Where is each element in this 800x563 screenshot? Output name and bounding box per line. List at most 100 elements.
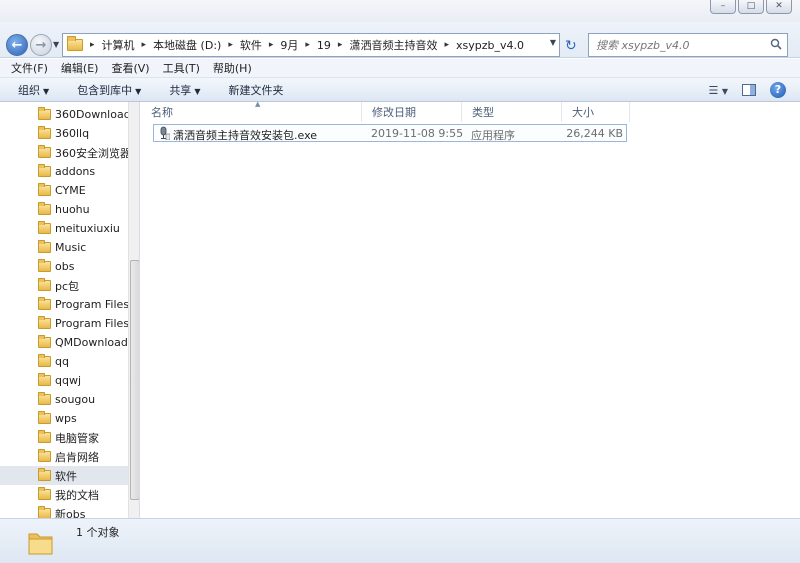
menu-bar: 文件(F) 编辑(E) 查看(V) 工具(T) 帮助(H): [0, 59, 800, 78]
refresh-icon: ↻: [565, 38, 577, 54]
search-box[interactable]: [588, 33, 788, 57]
folder-icon: [38, 183, 51, 196]
minimize-button[interactable]: –: [710, 0, 736, 14]
tree-item[interactable]: meituxiuxiu: [0, 219, 128, 238]
folder-icon: [38, 164, 51, 177]
back-button[interactable]: ←: [6, 34, 28, 56]
breadcrumb-separator[interactable]: ▸: [142, 40, 147, 50]
tree-item[interactable]: Program Files: [0, 314, 128, 333]
tree-item[interactable]: Music: [0, 238, 128, 257]
folder-icon: [38, 278, 51, 291]
tree-item[interactable]: Program Files: [0, 295, 128, 314]
tree-item[interactable]: qqwj: [0, 371, 128, 390]
tree-item[interactable]: 360llq: [0, 124, 128, 143]
tree-item-label: Program Files: [55, 298, 128, 311]
tree-item[interactable]: pc包: [0, 276, 128, 295]
tree-item[interactable]: huohu: [0, 200, 128, 219]
file-modified-date: 2019-11-08 9:55: [371, 127, 464, 140]
tree-item-label: 电脑管家: [55, 431, 99, 445]
preview-pane-icon[interactable]: [742, 84, 756, 96]
address-history-dropdown[interactable]: ▼: [550, 38, 556, 47]
help-icon[interactable]: ?: [770, 82, 786, 98]
tree-item[interactable]: 软件: [0, 466, 128, 485]
breadcrumb-19[interactable]: 19: [317, 39, 331, 52]
breadcrumb-drive-d[interactable]: 本地磁盘 (D:): [153, 37, 221, 53]
arrow-right-icon: →: [35, 37, 47, 53]
menu-file[interactable]: 文件(F): [11, 60, 48, 76]
breadcrumb-separator[interactable]: ▸: [269, 40, 274, 50]
close-button[interactable]: ✕: [766, 0, 792, 14]
column-header-size[interactable]: 大小: [562, 102, 630, 122]
tree-item[interactable]: addons: [0, 162, 128, 181]
tree-item[interactable]: 我的文档: [0, 485, 128, 504]
navigation-pane: 360Downloads 360llq 360安全浏览器 addons CYME huoh…: [0, 102, 140, 518]
status-bar: 1 个对象: [0, 518, 800, 563]
tree-item-label: meituxiuxiu: [55, 222, 120, 235]
column-header-modified[interactable]: 修改日期: [362, 102, 462, 122]
column-header-size-label: 大小: [572, 106, 594, 119]
tree-item[interactable]: 启肯网络: [0, 447, 128, 466]
scrollbar-thumb[interactable]: [130, 260, 139, 500]
breadcrumb-september[interactable]: 9月: [280, 37, 298, 53]
tree-item[interactable]: 360Downloads: [0, 105, 128, 124]
breadcrumb-separator[interactable]: ▸: [228, 40, 233, 50]
tree-item[interactable]: 360安全浏览器: [0, 143, 128, 162]
breadcrumb-software[interactable]: 软件: [240, 37, 262, 53]
organize-button[interactable]: 组织 ▼: [18, 82, 49, 98]
address-bar[interactable]: ▸ 计算机 ▸ 本地磁盘 (D:) ▸ 软件 ▸ 9月 ▸ 19 ▸ 潇洒音频主…: [62, 33, 560, 57]
tree-item[interactable]: qq: [0, 352, 128, 371]
window-controls: – □ ✕: [710, 0, 792, 14]
folder-icon: [38, 468, 51, 481]
breadcrumb-audio-effects[interactable]: 潇洒音频主持音效: [349, 37, 437, 53]
window-title-bar: – □ ✕: [0, 0, 800, 22]
tree-item[interactable]: QMDownload: [0, 333, 128, 352]
include-in-library-button[interactable]: 包含到库中 ▼: [77, 82, 141, 98]
menu-help[interactable]: 帮助(H): [213, 60, 252, 76]
column-header-name-label: 名称: [151, 106, 173, 119]
tree-item[interactable]: obs: [0, 257, 128, 276]
chevron-down-icon: ▼: [135, 86, 142, 96]
forward-button[interactable]: →: [30, 34, 52, 56]
tree-item[interactable]: 电脑管家: [0, 428, 128, 447]
breadcrumb-separator[interactable]: ▸: [90, 40, 95, 50]
breadcrumb-separator[interactable]: ▸: [444, 40, 449, 50]
tree-item[interactable]: sougou: [0, 390, 128, 409]
tree-item[interactable]: 新obs: [0, 504, 128, 518]
column-header-type[interactable]: 类型: [462, 102, 562, 122]
column-header-modified-label: 修改日期: [372, 106, 416, 119]
folder-icon: [38, 335, 51, 348]
breadcrumb-separator[interactable]: ▸: [338, 40, 343, 50]
file-name: 潇洒音频主持音效安装包.exe: [173, 129, 318, 142]
folder-icon: [38, 449, 51, 462]
menu-view[interactable]: 查看(V): [111, 60, 149, 76]
file-row[interactable]: 潇洒音频主持音效安装包.exe 2019-11-08 9:55 应用程序 26,…: [153, 124, 627, 142]
breadcrumb-computer[interactable]: 计算机: [102, 37, 135, 53]
column-header-type-label: 类型: [472, 106, 494, 119]
tree-item-label: addons: [55, 165, 96, 178]
breadcrumb-separator[interactable]: ▸: [305, 40, 310, 50]
tree-item[interactable]: wps: [0, 409, 128, 428]
tree-item[interactable]: CYME: [0, 181, 128, 200]
change-view-button[interactable]: ☰ ▼: [708, 84, 728, 97]
tree-item-label: 新obs: [55, 507, 86, 519]
new-folder-button[interactable]: 新建文件夹: [228, 82, 283, 98]
refresh-button[interactable]: ↻: [565, 38, 577, 54]
tree-item-label: Music: [55, 241, 87, 254]
breadcrumb-current-folder[interactable]: xsypzb_v4.0: [456, 39, 524, 52]
tree-item-label: 启肯网络: [55, 450, 99, 464]
maximize-button[interactable]: □: [738, 0, 764, 14]
tree-item-label: 360llq: [55, 127, 90, 140]
search-input[interactable]: [596, 38, 761, 52]
share-button[interactable]: 共享 ▼: [169, 82, 200, 98]
recent-pages-dropdown[interactable]: ▼: [53, 40, 59, 49]
menu-tools[interactable]: 工具(T): [163, 60, 200, 76]
navigation-pane-scrollbar[interactable]: [128, 102, 139, 518]
menu-edit[interactable]: 编辑(E): [61, 60, 99, 76]
tree-item-label: qqwj: [55, 374, 82, 387]
folder-icon: [38, 506, 51, 518]
column-header-name[interactable]: 名称 ▲: [141, 100, 362, 122]
folder-icon: [38, 354, 51, 367]
folder-icon: [38, 145, 51, 158]
tree-item-label: 360Downloads: [55, 108, 128, 121]
search-icon[interactable]: [770, 38, 782, 50]
